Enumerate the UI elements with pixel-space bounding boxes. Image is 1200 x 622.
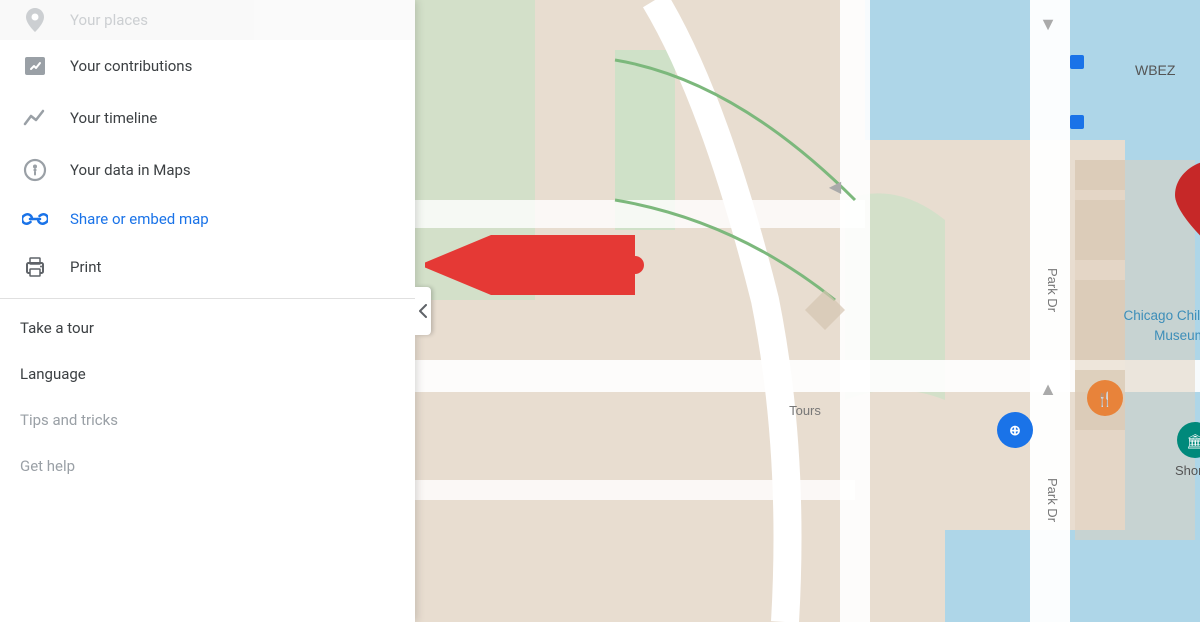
sidebar-item-tips[interactable]: Tips and tricks	[0, 397, 415, 443]
svg-text:Chicago Children's: Chicago Children's	[1124, 308, 1200, 323]
svg-text:▼: ▼	[1039, 14, 1057, 35]
print-icon	[20, 256, 50, 278]
map-canvas[interactable]: ⊕ ▼ ▲ ◀ Park Dr Park Dr Tours 🍴 🏛 WBEZ C…	[415, 0, 1200, 622]
sidebar-item-label-share: Share or embed map	[70, 210, 209, 228]
place-icon	[20, 8, 50, 32]
sidebar-item-label-timeline: Your timeline	[70, 109, 157, 127]
data-icon	[20, 158, 50, 182]
sidebar-item-your-contributions[interactable]: Your contributions	[0, 40, 415, 92]
svg-text:⊕: ⊕	[1009, 423, 1021, 439]
sidebar-item-label-data: Your data in Maps	[70, 161, 191, 179]
sidebar-item-get-help[interactable]: Get help	[0, 443, 415, 489]
svg-text:Tours: Tours	[789, 403, 821, 418]
timeline-icon	[20, 106, 50, 130]
sidebar-item-label-contributions: Your contributions	[70, 57, 192, 75]
svg-text:Park Dr: Park Dr	[1045, 268, 1060, 313]
map-svg: ⊕ ▼ ▲ ◀ Park Dr Park Dr Tours 🍴 🏛 WBEZ C…	[415, 0, 1200, 622]
contributions-icon	[20, 54, 50, 78]
svg-text:🏛: 🏛	[1186, 433, 1200, 450]
sidebar-item-language[interactable]: Language	[0, 351, 415, 397]
svg-text:Park Dr: Park Dr	[1045, 478, 1060, 523]
svg-text:◀: ◀	[829, 177, 842, 196]
menu-divider	[0, 298, 415, 299]
sidebar-item-your-places[interactable]: Your places	[0, 0, 415, 40]
sidebar-item-take-a-tour[interactable]: Take a tour	[0, 305, 415, 351]
svg-text:🍴: 🍴	[1096, 391, 1113, 408]
sidebar-item-your-timeline[interactable]: Your timeline	[0, 92, 415, 144]
sidebar-collapse-button[interactable]	[415, 287, 431, 335]
svg-text:WBEZ: WBEZ	[1135, 62, 1176, 78]
sidebar: Your places Your contributions Your time…	[0, 0, 415, 622]
sidebar-item-label-your-places: Your places	[70, 11, 148, 29]
sidebar-item-print[interactable]: Print	[0, 242, 415, 292]
link-icon	[20, 211, 50, 227]
svg-text:▲: ▲	[1039, 379, 1057, 400]
svg-text:Shoreline: Shoreline	[1175, 463, 1200, 478]
sidebar-item-your-data[interactable]: Your data in Maps	[0, 144, 415, 196]
sidebar-item-label-print: Print	[70, 258, 101, 276]
svg-text:Museum: Museum	[1154, 328, 1200, 343]
sidebar-item-share-embed[interactable]: Share or embed map	[0, 196, 415, 242]
